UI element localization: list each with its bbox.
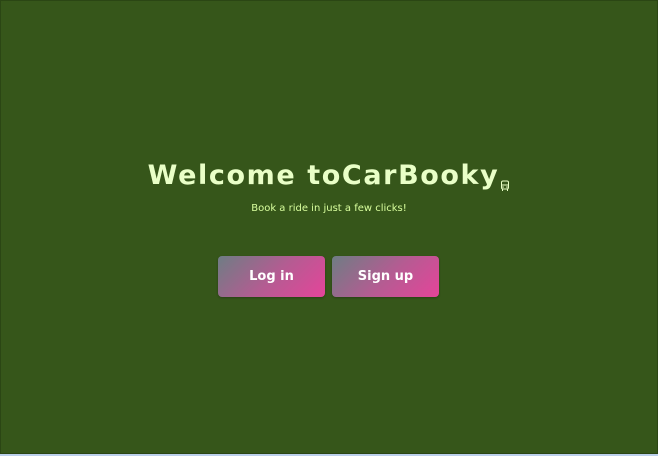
auth-actions: Log in Sign up <box>218 256 440 297</box>
subtitle: Book a ride in just a few clicks! <box>251 203 407 214</box>
window-frame <box>0 0 658 454</box>
welcome-section: Welcome toCarBooky Book a ride in just a… <box>0 158 658 216</box>
page-title: Welcome toCarBooky <box>0 158 658 194</box>
login-button[interactable]: Log in <box>218 256 325 297</box>
welcome-page: { "welcome": { "title_prefix": "Welcome … <box>0 0 658 456</box>
signup-button[interactable]: Sign up <box>332 256 439 297</box>
title-prefix: Welcome to <box>147 160 342 191</box>
car-icon <box>500 166 510 191</box>
app-name: CarBooky <box>341 160 500 191</box>
